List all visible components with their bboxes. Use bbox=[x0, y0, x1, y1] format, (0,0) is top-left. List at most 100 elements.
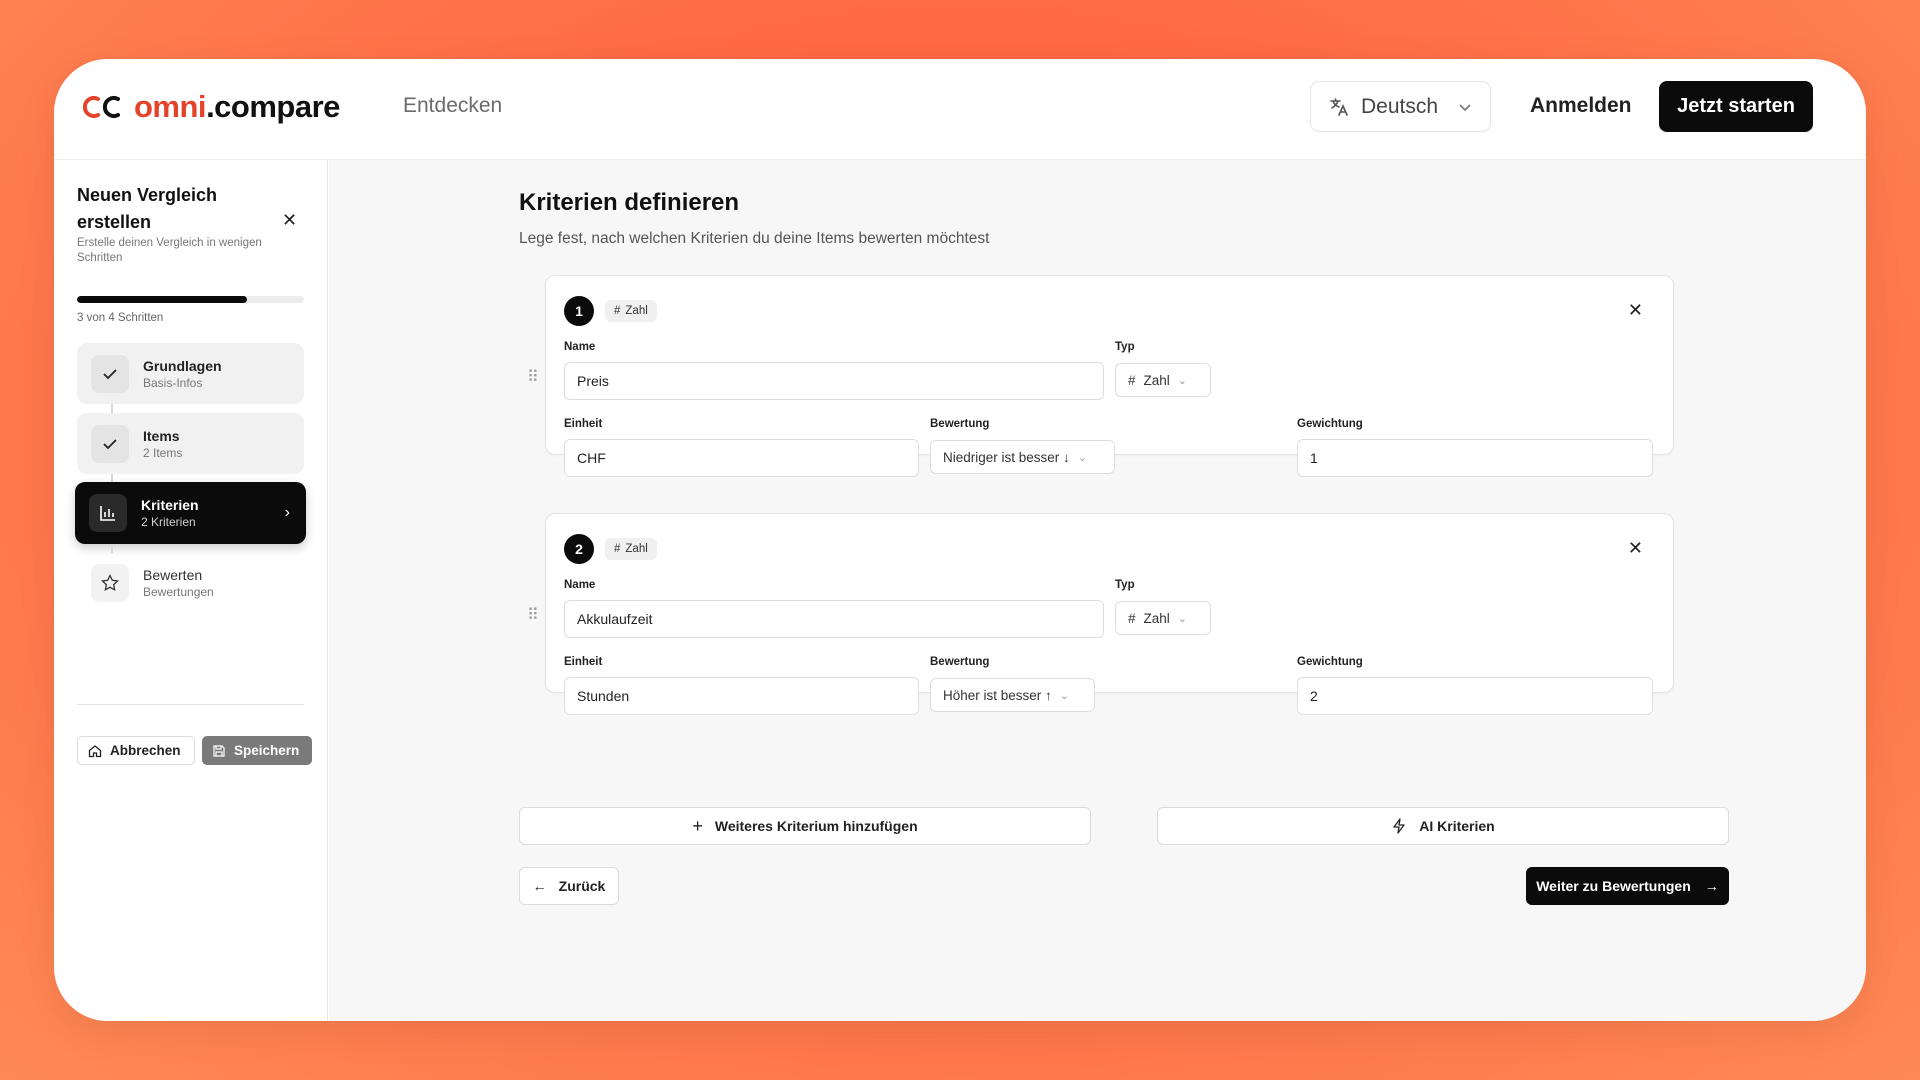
step-items[interactable]: Items 2 Items bbox=[77, 413, 304, 474]
step-sub: Bewertungen bbox=[143, 584, 214, 599]
name-input[interactable]: Akkulaufzeit bbox=[564, 600, 1104, 638]
drag-handle-icon[interactable]: ⠿ bbox=[527, 370, 539, 386]
back-label: Zurück bbox=[558, 878, 606, 894]
save-label: Speichern bbox=[234, 743, 300, 758]
sidebar-subtitle: Erstelle deinen Vergleich in wenigen Sch… bbox=[77, 237, 262, 264]
type-value: Zahl bbox=[1143, 610, 1170, 626]
unit-label: Einheit bbox=[564, 656, 603, 668]
step-bewerten[interactable]: Bewerten Bewertungen bbox=[77, 552, 304, 613]
arrow-left-icon: ← bbox=[532, 878, 547, 894]
save-icon bbox=[213, 744, 225, 757]
weight-input[interactable]: 1 bbox=[1297, 439, 1653, 477]
step-connector bbox=[111, 404, 113, 413]
app-window: omni.compare Entdecken Deutsch Anmelden … bbox=[54, 59, 1866, 1021]
chevron-down-icon: ⌄ bbox=[1059, 689, 1070, 702]
type-tag: # Zahl bbox=[605, 538, 657, 560]
sidebar-title: Neuen Vergleich erstellen bbox=[77, 185, 218, 232]
plus-icon: + bbox=[692, 815, 703, 836]
get-started-button[interactable]: Jetzt starten bbox=[1659, 81, 1813, 132]
step-label: Items bbox=[143, 427, 180, 444]
rating-select[interactable]: Höher ist besser ↑ ⌄ bbox=[930, 678, 1095, 712]
save-button[interactable]: Speichern bbox=[202, 736, 312, 765]
arrow-right-icon: → bbox=[1704, 878, 1719, 894]
divider bbox=[77, 704, 304, 705]
top-navigation: omni.compare Entdecken Deutsch Anmelden … bbox=[54, 59, 1866, 160]
name-label: Name bbox=[564, 341, 596, 353]
type-label: Typ bbox=[1115, 579, 1135, 591]
steps-count: 3 von 4 Schritten bbox=[77, 312, 164, 324]
chevron-down-icon: ⌄ bbox=[1077, 451, 1088, 464]
rating-label: Bewertung bbox=[930, 418, 990, 430]
rating-value: Niedriger ist besser ↓ bbox=[943, 449, 1070, 465]
step-grundlagen[interactable]: Grundlagen Basis-Infos bbox=[77, 343, 304, 404]
weight-label: Gewichtung bbox=[1297, 656, 1363, 668]
back-button[interactable]: ← Zurück bbox=[519, 867, 619, 905]
home-icon bbox=[88, 744, 102, 757]
add-criterion-label: Weiteres Kriterium hinzufügen bbox=[714, 818, 918, 834]
hash-icon: # bbox=[1128, 610, 1136, 626]
drag-handle-icon[interactable]: ⠿ bbox=[527, 608, 539, 624]
unit-input[interactable]: CHF bbox=[564, 439, 919, 477]
rating-value: Höher ist besser ↑ bbox=[943, 687, 1052, 703]
bar-chart-icon bbox=[89, 494, 127, 532]
hash-icon: # bbox=[1128, 372, 1136, 388]
rating-select[interactable]: Niedriger ist besser ↓ ⌄ bbox=[930, 440, 1115, 474]
next-label: Weiter zu Bewertungen bbox=[1536, 878, 1691, 894]
hash-icon: # bbox=[614, 543, 621, 555]
check-icon bbox=[91, 424, 129, 463]
check-icon bbox=[91, 354, 129, 393]
nav-discover[interactable]: Entdecken bbox=[403, 94, 502, 118]
type-tag-label: Zahl bbox=[625, 305, 648, 317]
type-label: Typ bbox=[1115, 341, 1135, 353]
page-description: Lege fest, nach welchen Kriterien du dei… bbox=[519, 230, 990, 247]
logo-icon bbox=[82, 96, 120, 118]
next-button[interactable]: Weiter zu Bewertungen → bbox=[1526, 867, 1729, 905]
language-label: Deutsch bbox=[1361, 94, 1439, 118]
step-label: Kriterien bbox=[141, 497, 199, 513]
logo-text: omni.compare bbox=[134, 89, 340, 124]
cancel-button[interactable]: Abbrechen bbox=[77, 736, 195, 765]
name-label: Name bbox=[564, 579, 596, 591]
step-label: Grundlagen bbox=[143, 357, 222, 374]
add-criterion-button[interactable]: + Weiteres Kriterium hinzufügen bbox=[519, 807, 1091, 845]
star-icon bbox=[91, 563, 129, 602]
criterion-card: 2 # Zahl ✕ Name Akkulaufzeit Typ # Zahl … bbox=[545, 513, 1674, 715]
chevron-down-icon: ⌄ bbox=[1177, 612, 1187, 625]
remove-criterion-icon[interactable]: ✕ bbox=[1628, 538, 1643, 559]
chevron-right-icon: › bbox=[284, 504, 290, 521]
type-select[interactable]: # Zahl ⌄ bbox=[1115, 363, 1211, 397]
translate-icon bbox=[1330, 97, 1348, 116]
unit-input[interactable]: Stunden bbox=[564, 677, 919, 715]
criterion-number: 2 bbox=[564, 534, 594, 564]
step-sub: 2 Kriterien bbox=[141, 515, 196, 529]
progress-fill bbox=[77, 296, 248, 303]
lightning-icon bbox=[1393, 818, 1405, 834]
logo[interactable]: omni.compare bbox=[80, 89, 340, 125]
main-content: Kriterien definieren Lege fest, nach wel… bbox=[329, 160, 1866, 1021]
chevron-down-icon bbox=[1459, 103, 1471, 111]
step-sub: 2 Items bbox=[143, 445, 183, 460]
wizard-sidebar: Neuen Vergleich erstellen ✕ Erstelle dei… bbox=[54, 160, 328, 1021]
name-input[interactable]: Preis bbox=[564, 362, 1104, 400]
close-icon[interactable]: ✕ bbox=[282, 210, 297, 231]
hash-icon: # bbox=[614, 305, 621, 317]
type-select[interactable]: # Zahl ⌄ bbox=[1115, 601, 1211, 635]
step-sub: Basis-Infos bbox=[143, 375, 203, 390]
unit-label: Einheit bbox=[564, 418, 603, 430]
chevron-down-icon: ⌄ bbox=[1177, 374, 1187, 387]
step-kriterien[interactable]: Kriterien 2 Kriterien › bbox=[75, 482, 306, 544]
progress-bar bbox=[77, 296, 304, 303]
criterion-card: 1 # Zahl ✕ Name Preis Typ # Zahl ⌄ Einhe… bbox=[545, 275, 1674, 477]
page-title: Kriterien definieren bbox=[519, 189, 740, 216]
remove-criterion-icon[interactable]: ✕ bbox=[1628, 300, 1643, 321]
cancel-label: Abbrechen bbox=[110, 743, 181, 758]
weight-input[interactable]: 2 bbox=[1297, 677, 1653, 715]
weight-label: Gewichtung bbox=[1297, 418, 1363, 430]
type-value: Zahl bbox=[1143, 372, 1170, 388]
ai-criteria-button[interactable]: AI Kriterien bbox=[1157, 807, 1729, 845]
language-select[interactable]: Deutsch bbox=[1310, 81, 1491, 132]
criterion-number: 1 bbox=[564, 296, 594, 326]
type-tag: # Zahl bbox=[605, 300, 657, 322]
ai-criteria-label: AI Kriterien bbox=[1419, 818, 1495, 834]
login-link[interactable]: Anmelden bbox=[1530, 94, 1632, 118]
